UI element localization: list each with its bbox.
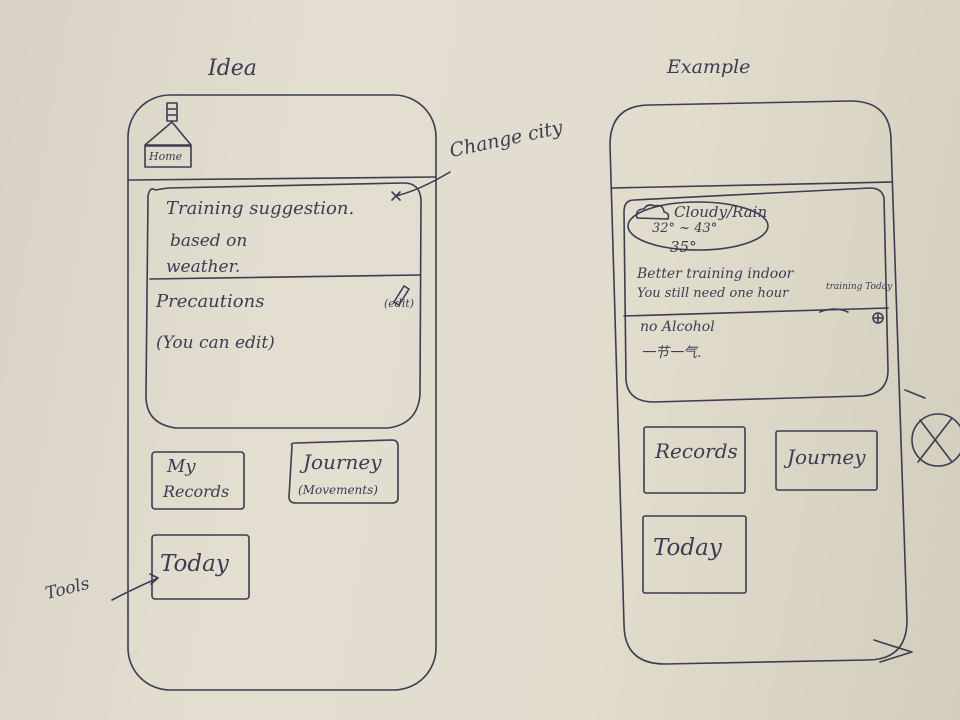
- left-sketch-title: Idea: [208, 56, 257, 81]
- suggestion-line-2: based on: [170, 231, 248, 251]
- temperature-range: 32° ~ 43°: [652, 221, 718, 236]
- right-today-label[interactable]: Today: [653, 537, 722, 560]
- left-phone-outline: [127, 94, 437, 691]
- left-journey-line-1[interactable]: Journey: [303, 452, 382, 472]
- you-can-edit-note: (You can edit): [156, 333, 275, 353]
- edit-label[interactable]: (edit): [384, 298, 414, 309]
- home-icon: [144, 121, 192, 146]
- tools-arrow: [111, 577, 159, 601]
- home-label[interactable]: Home: [149, 151, 182, 162]
- home-icon-door: [166, 102, 178, 122]
- precautions-heading: Precautions: [156, 291, 265, 312]
- left-header-divider: [128, 176, 437, 181]
- advice-line-2-end: training Today: [826, 282, 893, 292]
- right-header-divider: [611, 181, 893, 189]
- advice-line-2: You still need one hour: [637, 286, 789, 301]
- sketch-linework: [111, 94, 960, 691]
- suggestion-title: Training suggestion.: [166, 198, 355, 219]
- precaution-line-1: no Alcohol: [640, 319, 715, 335]
- precaution-line-2: 一节一气.: [641, 345, 702, 361]
- temperature-now: 35°: [670, 238, 697, 256]
- suggestion-line-3: weather.: [166, 257, 241, 277]
- change-city-arrow: [395, 171, 451, 197]
- sketch-paper: Idea Example Home Change city Training s…: [0, 0, 960, 720]
- left-records-line-1[interactable]: My: [167, 458, 196, 476]
- left-records-line-2[interactable]: Records: [163, 484, 229, 500]
- left-journey-line-2[interactable]: (Movements): [298, 484, 378, 496]
- advice-line-1: Better training indoor: [637, 266, 794, 282]
- right-journey-label[interactable]: Journey: [787, 447, 866, 467]
- right-sketch-title: Example: [667, 56, 751, 78]
- right-records-label[interactable]: Records: [655, 441, 738, 461]
- left-today-label[interactable]: Today: [160, 553, 229, 576]
- weather-condition: Cloudy/Rain: [674, 203, 768, 221]
